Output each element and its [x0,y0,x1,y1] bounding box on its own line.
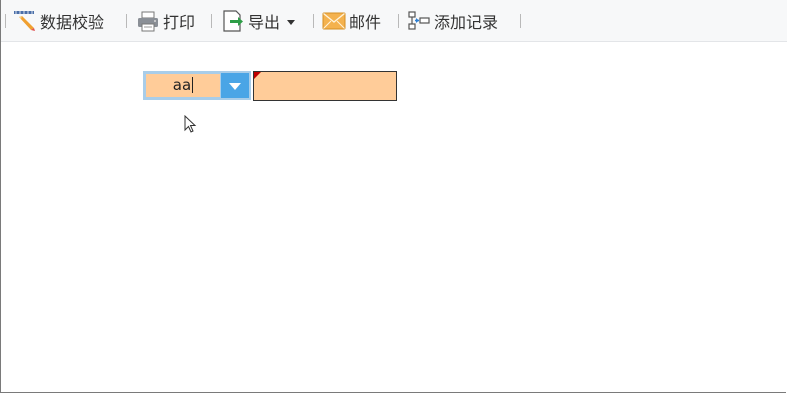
printer-icon [136,9,160,33]
toolbar-separator [126,14,127,28]
toolbar-separator [5,14,6,28]
print-label: 打印 [163,13,196,32]
mail-button[interactable]: 邮件 [322,8,381,34]
toolbar-separator [313,14,314,28]
window-frame [0,0,786,393]
combobox-value: aa [172,76,192,94]
data-validation-label: 数据校验 [40,13,105,32]
value-combobox[interactable]: aa [143,71,251,100]
data-validation-button[interactable]: 数据校验 [13,8,104,34]
export-label: 导出 [248,13,281,32]
chevron-down-icon[interactable] [287,19,296,25]
mouse-pointer-icon [184,115,197,133]
add-record-label: 添加记录 [434,13,499,32]
export-icon [221,9,245,33]
combobox-input[interactable]: aa [146,74,220,97]
toolbar-separator [398,14,399,28]
dropdown-arrow-icon [229,83,241,90]
add-record-button[interactable]: 添加记录 [407,8,498,34]
combobox-dropdown-button[interactable] [221,73,249,98]
add-record-icon [407,9,431,33]
toolbar-separator [211,14,212,28]
print-button[interactable]: 打印 [136,8,195,34]
mail-icon [322,9,346,33]
text-cursor [192,77,194,93]
toolbar-separator [520,14,521,28]
mail-label: 邮件 [349,13,382,32]
error-marker-icon [254,72,261,79]
text-cell[interactable] [253,71,397,101]
pencil-ruler-icon [13,9,37,33]
toolbar: 数据校验 打印 导出 邮件 添加记录 [1,0,787,42]
export-button[interactable]: 导出 [221,8,296,34]
